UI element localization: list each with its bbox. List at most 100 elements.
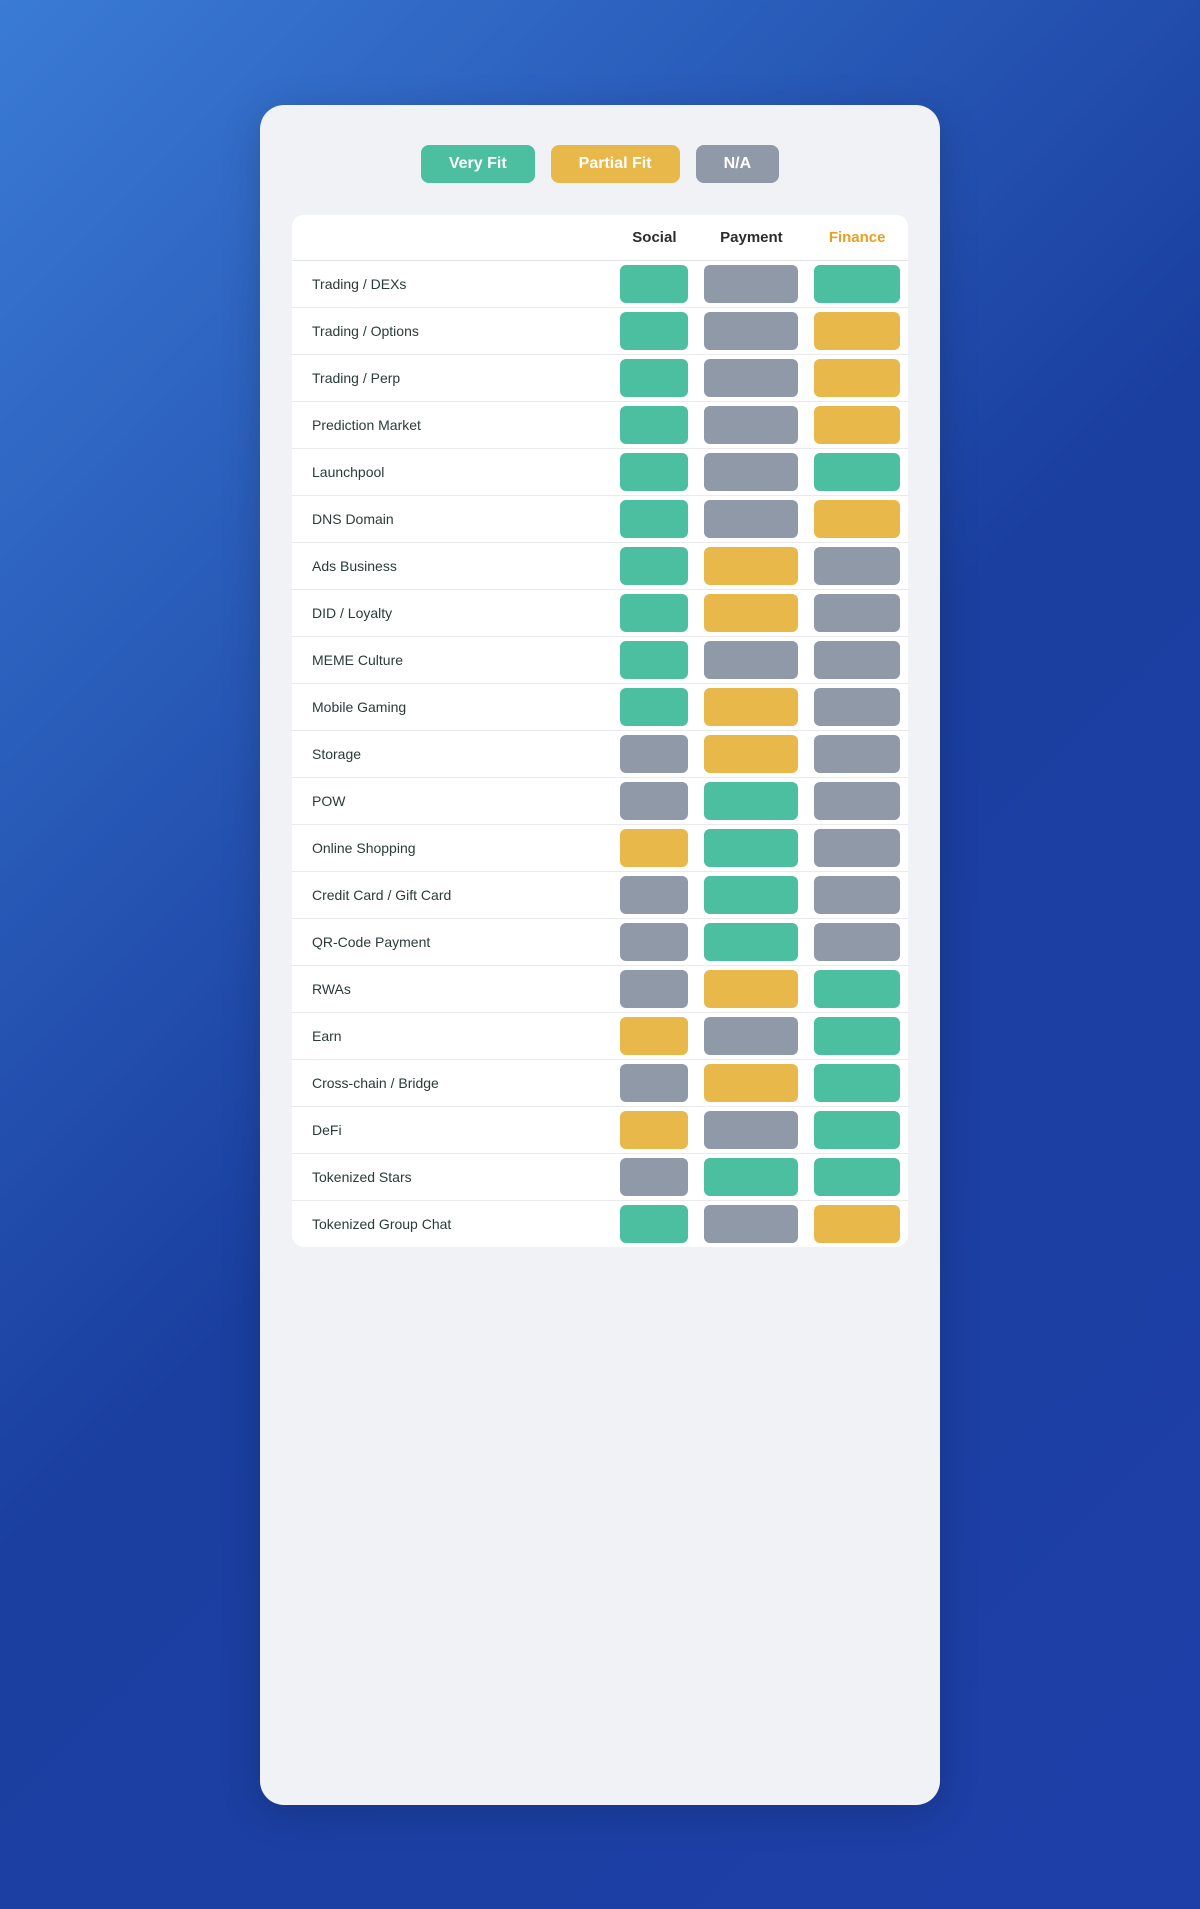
cell-social [612, 636, 696, 683]
row-label: Prediction Market [292, 401, 612, 448]
table-row: Tokenized Stars [292, 1153, 908, 1200]
cell-social [612, 1106, 696, 1153]
legend: Very Fit Partial Fit N/A [292, 145, 908, 183]
cell-social [612, 260, 696, 307]
table-header-row: Social Payment Finance [292, 215, 908, 261]
cell-social [612, 1059, 696, 1106]
header-category [292, 215, 612, 261]
cell-social [612, 448, 696, 495]
row-label: QR-Code Payment [292, 918, 612, 965]
legend-very-fit: Very Fit [421, 145, 535, 183]
cell-social [612, 918, 696, 965]
cell-social [612, 683, 696, 730]
row-label: DID / Loyalty [292, 589, 612, 636]
row-label: Launchpool [292, 448, 612, 495]
row-label: Trading / Options [292, 307, 612, 354]
cell-payment [696, 1200, 806, 1247]
row-label: DeFi [292, 1106, 612, 1153]
cell-social [612, 542, 696, 589]
cell-social [612, 589, 696, 636]
cell-finance [806, 683, 908, 730]
cell-social [612, 965, 696, 1012]
cell-social [612, 730, 696, 777]
row-label: DNS Domain [292, 495, 612, 542]
table-container: Social Payment Finance Trading / DEXsTra… [292, 215, 908, 1247]
row-label: Ads Business [292, 542, 612, 589]
cell-finance [806, 730, 908, 777]
row-label: Cross-chain / Bridge [292, 1059, 612, 1106]
table-row: Mobile Gaming [292, 683, 908, 730]
cell-social [612, 307, 696, 354]
table-row: QR-Code Payment [292, 918, 908, 965]
row-label: Credit Card / Gift Card [292, 871, 612, 918]
cell-social [612, 354, 696, 401]
cell-payment [696, 777, 806, 824]
cell-payment [696, 589, 806, 636]
cell-finance [806, 965, 908, 1012]
table-row: Tokenized Group Chat [292, 1200, 908, 1247]
cell-payment [696, 1059, 806, 1106]
table-row: Prediction Market [292, 401, 908, 448]
table-row: Storage [292, 730, 908, 777]
cell-social [612, 495, 696, 542]
table-row: Launchpool [292, 448, 908, 495]
cell-payment [696, 354, 806, 401]
table-row: DID / Loyalty [292, 589, 908, 636]
cell-social [612, 1153, 696, 1200]
cell-payment [696, 918, 806, 965]
cell-payment [696, 260, 806, 307]
cell-finance [806, 918, 908, 965]
row-label: Storage [292, 730, 612, 777]
table-row: Ads Business [292, 542, 908, 589]
cell-finance [806, 260, 908, 307]
cell-finance [806, 354, 908, 401]
header-social: Social [612, 215, 696, 261]
row-label: Trading / Perp [292, 354, 612, 401]
table-row: DNS Domain [292, 495, 908, 542]
cell-finance [806, 1200, 908, 1247]
table-row: Trading / Options [292, 307, 908, 354]
legend-na: N/A [696, 145, 780, 183]
cell-social [612, 824, 696, 871]
cell-payment [696, 495, 806, 542]
cell-finance [806, 636, 908, 683]
row-label: Tokenized Stars [292, 1153, 612, 1200]
header-payment: Payment [696, 215, 806, 261]
cell-payment [696, 965, 806, 1012]
cell-finance [806, 824, 908, 871]
cell-finance [806, 777, 908, 824]
cell-social [612, 777, 696, 824]
cell-payment [696, 448, 806, 495]
cell-finance [806, 401, 908, 448]
cell-finance [806, 495, 908, 542]
cell-finance [806, 589, 908, 636]
cell-finance [806, 307, 908, 354]
cell-social [612, 1200, 696, 1247]
table-row: Trading / Perp [292, 354, 908, 401]
cell-social [612, 401, 696, 448]
row-label: RWAs [292, 965, 612, 1012]
table-row: Earn [292, 1012, 908, 1059]
cell-payment [696, 1106, 806, 1153]
main-card: Very Fit Partial Fit N/A Social Payment … [260, 105, 940, 1805]
table-row: DeFi [292, 1106, 908, 1153]
cell-payment [696, 1153, 806, 1200]
table-row: POW [292, 777, 908, 824]
table-row: Online Shopping [292, 824, 908, 871]
table-row: Credit Card / Gift Card [292, 871, 908, 918]
row-label: Online Shopping [292, 824, 612, 871]
cell-payment [696, 307, 806, 354]
row-label: Tokenized Group Chat [292, 1200, 612, 1247]
table-row: RWAs [292, 965, 908, 1012]
cell-payment [696, 636, 806, 683]
cell-social [612, 1012, 696, 1059]
row-label: POW [292, 777, 612, 824]
cell-payment [696, 824, 806, 871]
row-label: Earn [292, 1012, 612, 1059]
cell-finance [806, 542, 908, 589]
table-row: Trading / DEXs [292, 260, 908, 307]
cell-payment [696, 401, 806, 448]
table-row: MEME Culture [292, 636, 908, 683]
table-row: Cross-chain / Bridge [292, 1059, 908, 1106]
row-label: Trading / DEXs [292, 260, 612, 307]
